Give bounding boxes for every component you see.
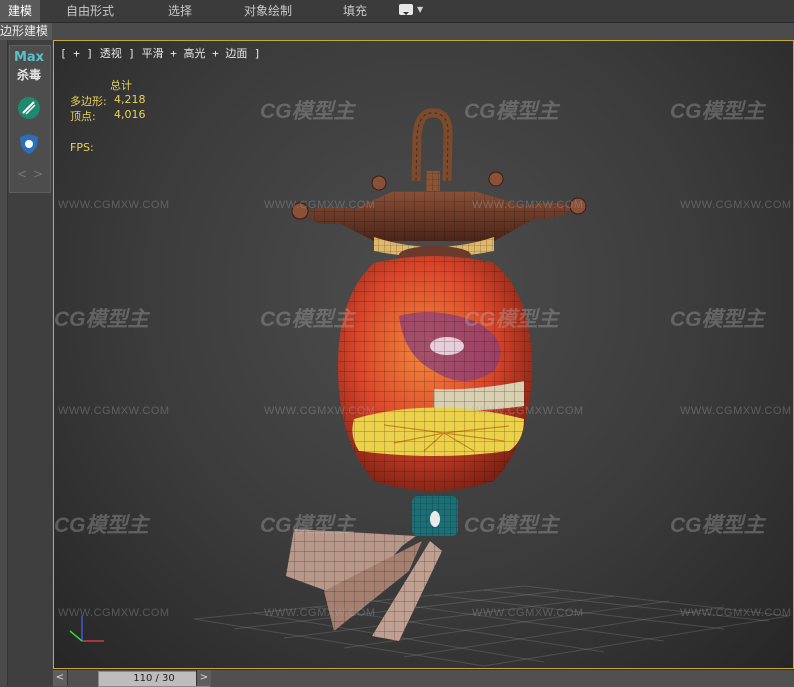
watermark-url: WWW.CGMXW.COM [680, 405, 792, 417]
watermark-url: WWW.CGMXW.COM [680, 607, 792, 619]
tab-object-paint[interactable]: 对象绘制 [233, 0, 303, 22]
dropdown-icon[interactable] [399, 4, 413, 15]
watermark-logo: CG模型主 [464, 308, 559, 331]
tab-freeform[interactable]: 自由形式 [55, 0, 125, 22]
plugin-brand: Max [13, 50, 45, 65]
plugin-nav: <> [17, 167, 49, 181]
watermark-logo: CG模型主 [670, 514, 765, 537]
chevron-right-icon[interactable]: > [196, 670, 211, 686]
watermark-logo: CG模型主 [670, 100, 765, 123]
lantern-base-ring [412, 496, 458, 536]
fps-label: FPS: [70, 141, 94, 154]
chevron-right-icon[interactable]: > [33, 167, 49, 181]
time-slider-thumb[interactable]: 110 / 30 [98, 671, 210, 687]
watermark-logo: CG模型主 [260, 514, 355, 537]
viewport-label[interactable]: [ + ] 透视 ] 平滑 + 高光 + 边面 ] [60, 45, 261, 61]
watermark-url: WWW.CGMXW.COM [472, 405, 584, 417]
watermark-url: WWW.CGMXW.COM [264, 405, 376, 417]
watermark-url: WWW.CGMXW.COM [264, 199, 376, 211]
plugin-shield-icon[interactable] [17, 132, 41, 156]
watermark-url: WWW.CGMXW.COM [472, 607, 584, 619]
watermark-logo: CG模型主 [464, 514, 559, 537]
vertices-value: 4,016 [114, 108, 146, 121]
watermark-url: WWW.CGMXW.COM [472, 199, 584, 211]
tab-populate[interactable]: 填充 [330, 0, 380, 22]
chevron-left-icon[interactable]: < [53, 670, 68, 686]
left-toolbar-edge [0, 40, 8, 686]
chevron-down-icon[interactable]: ▼ [417, 5, 423, 14]
watermark-logo: CG模型主 [670, 308, 765, 331]
tab-selection[interactable]: 选择 [150, 0, 210, 22]
plugin-title: 杀毒 [16, 68, 41, 82]
lantern-handle [411, 108, 453, 182]
watermark-url: WWW.CGMXW.COM [680, 199, 792, 211]
lantern-body [338, 256, 532, 491]
axis-gizmo-icon [69, 616, 104, 642]
plugin-slash-icon[interactable] [17, 96, 41, 120]
chevron-left-icon[interactable]: < [17, 167, 33, 181]
stats-header: 总计 [110, 79, 132, 92]
polygons-label: 多边形: [70, 95, 107, 108]
watermark-logo: CG模型主 [54, 514, 149, 537]
watermark-url: WWW.CGMXW.COM [58, 199, 170, 211]
ground-grid [193, 585, 790, 667]
watermark-url: WWW.CGMXW.COM [58, 405, 170, 417]
watermark-logo: CG模型主 [260, 308, 355, 331]
watermark-logo: CG模型主 [260, 100, 355, 123]
time-slider[interactable]: < 110 / 30 > [53, 669, 794, 687]
watermark-logo: CG模型主 [464, 100, 559, 123]
watermark-url: WWW.CGMXW.COM [58, 607, 170, 619]
lantern-tassels [286, 529, 442, 641]
tab-modeling[interactable]: 建模 [0, 0, 40, 22]
vertices-label: 顶点: [70, 110, 96, 123]
watermark-url: WWW.CGMXW.COM [264, 607, 376, 619]
watermark-logo: CG模型主 [54, 308, 149, 331]
ribbon-bar: 建模 自由形式 选择 对象绘制 填充 ▼ [0, 0, 794, 23]
perspective-viewport[interactable]: [ + ] 透视 ] 平滑 + 高光 + 边面 ] 总计 多边形: 4,218 … [53, 40, 794, 669]
polygons-value: 4,218 [114, 93, 146, 106]
sub-ribbon: 边形建模 [0, 23, 794, 40]
scene-canvas [69, 108, 790, 667]
polygon-modeling-panel[interactable]: 边形建模 [0, 23, 53, 40]
